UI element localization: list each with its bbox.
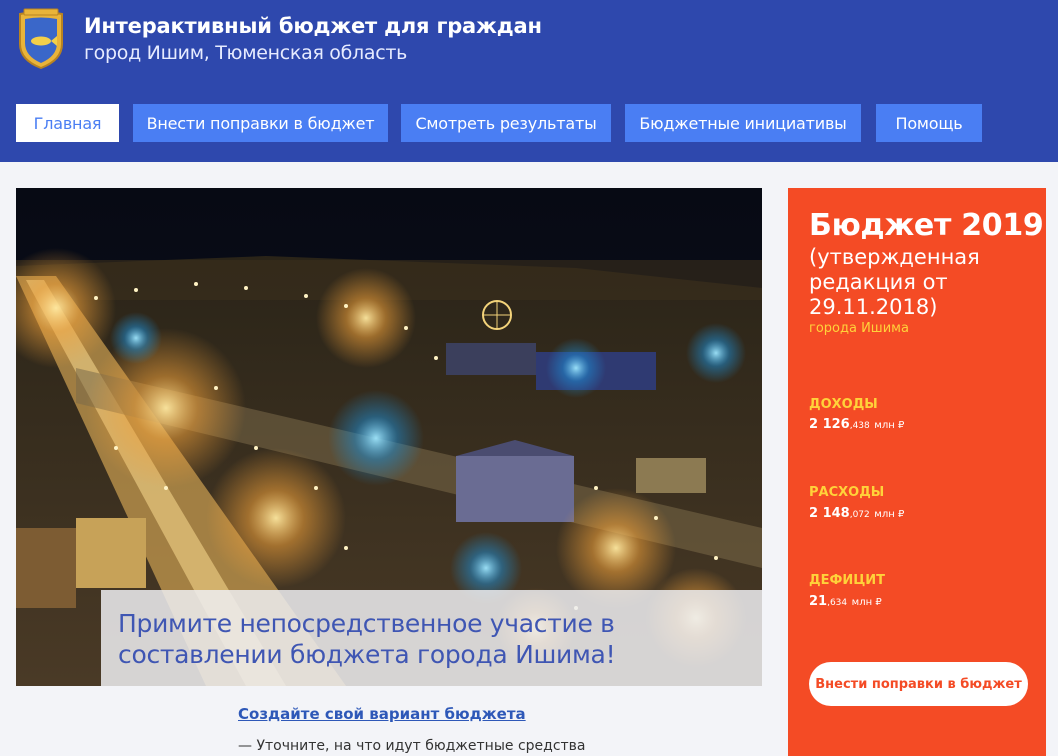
nav-home[interactable]: Главная — [16, 104, 119, 142]
amend-budget-button[interactable]: Внести поправки в бюджет — [809, 662, 1028, 706]
nav-initiatives[interactable]: Бюджетные инициативы — [625, 104, 861, 142]
deficit-unit: млн ₽ — [851, 597, 882, 608]
budget-panel: Бюджет 2019 (утвержденная редакция от 29… — [788, 188, 1046, 756]
budget-city: города Ишима — [809, 321, 909, 336]
hero-caption: Примите непосредственное участие в соста… — [101, 590, 762, 686]
hero-banner: Примите непосредственное участие в соста… — [16, 188, 762, 686]
budget-edition: (утвержденная редакция от 29.11.2018) — [809, 245, 980, 319]
expenses-unit: млн ₽ — [874, 509, 905, 520]
expenses-value: 2 148,072 млн ₽ — [809, 506, 904, 521]
income-unit: млн ₽ — [874, 420, 905, 431]
income-label: ДОХОДЫ — [809, 397, 878, 412]
budget-hint-text: — Уточните, на что идут бюджетные средст… — [238, 738, 586, 754]
site-header: Интерактивный бюджет для граждан город И… — [0, 0, 1058, 162]
income-fraction: ,438 — [849, 421, 870, 431]
coat-of-arms-icon[interactable] — [14, 8, 68, 70]
income-value: 2 126,438 млн ₽ — [809, 417, 904, 432]
nav-amend-budget[interactable]: Внести поправки в бюджет — [133, 104, 388, 142]
create-budget-link[interactable]: Создайте свой вариант бюджета — [238, 705, 526, 723]
nav-results[interactable]: Смотреть результаты — [401, 104, 611, 142]
deficit-value: 21,634 млн ₽ — [809, 594, 882, 609]
nav-help[interactable]: Помощь — [876, 104, 982, 142]
income-main: 2 126 — [809, 417, 850, 432]
expenses-label: РАСХОДЫ — [809, 485, 885, 500]
site-title: Интерактивный бюджет для граждан — [84, 14, 542, 38]
deficit-main: 21 — [809, 594, 828, 609]
budget-title: Бюджет 2019 — [809, 208, 1044, 243]
expenses-fraction: ,072 — [849, 510, 870, 520]
site-subtitle: город Ишим, Тюменская область — [84, 42, 408, 64]
deficit-fraction: ,634 — [827, 598, 848, 608]
expenses-main: 2 148 — [809, 506, 850, 521]
deficit-label: ДЕФИЦИТ — [809, 573, 886, 588]
